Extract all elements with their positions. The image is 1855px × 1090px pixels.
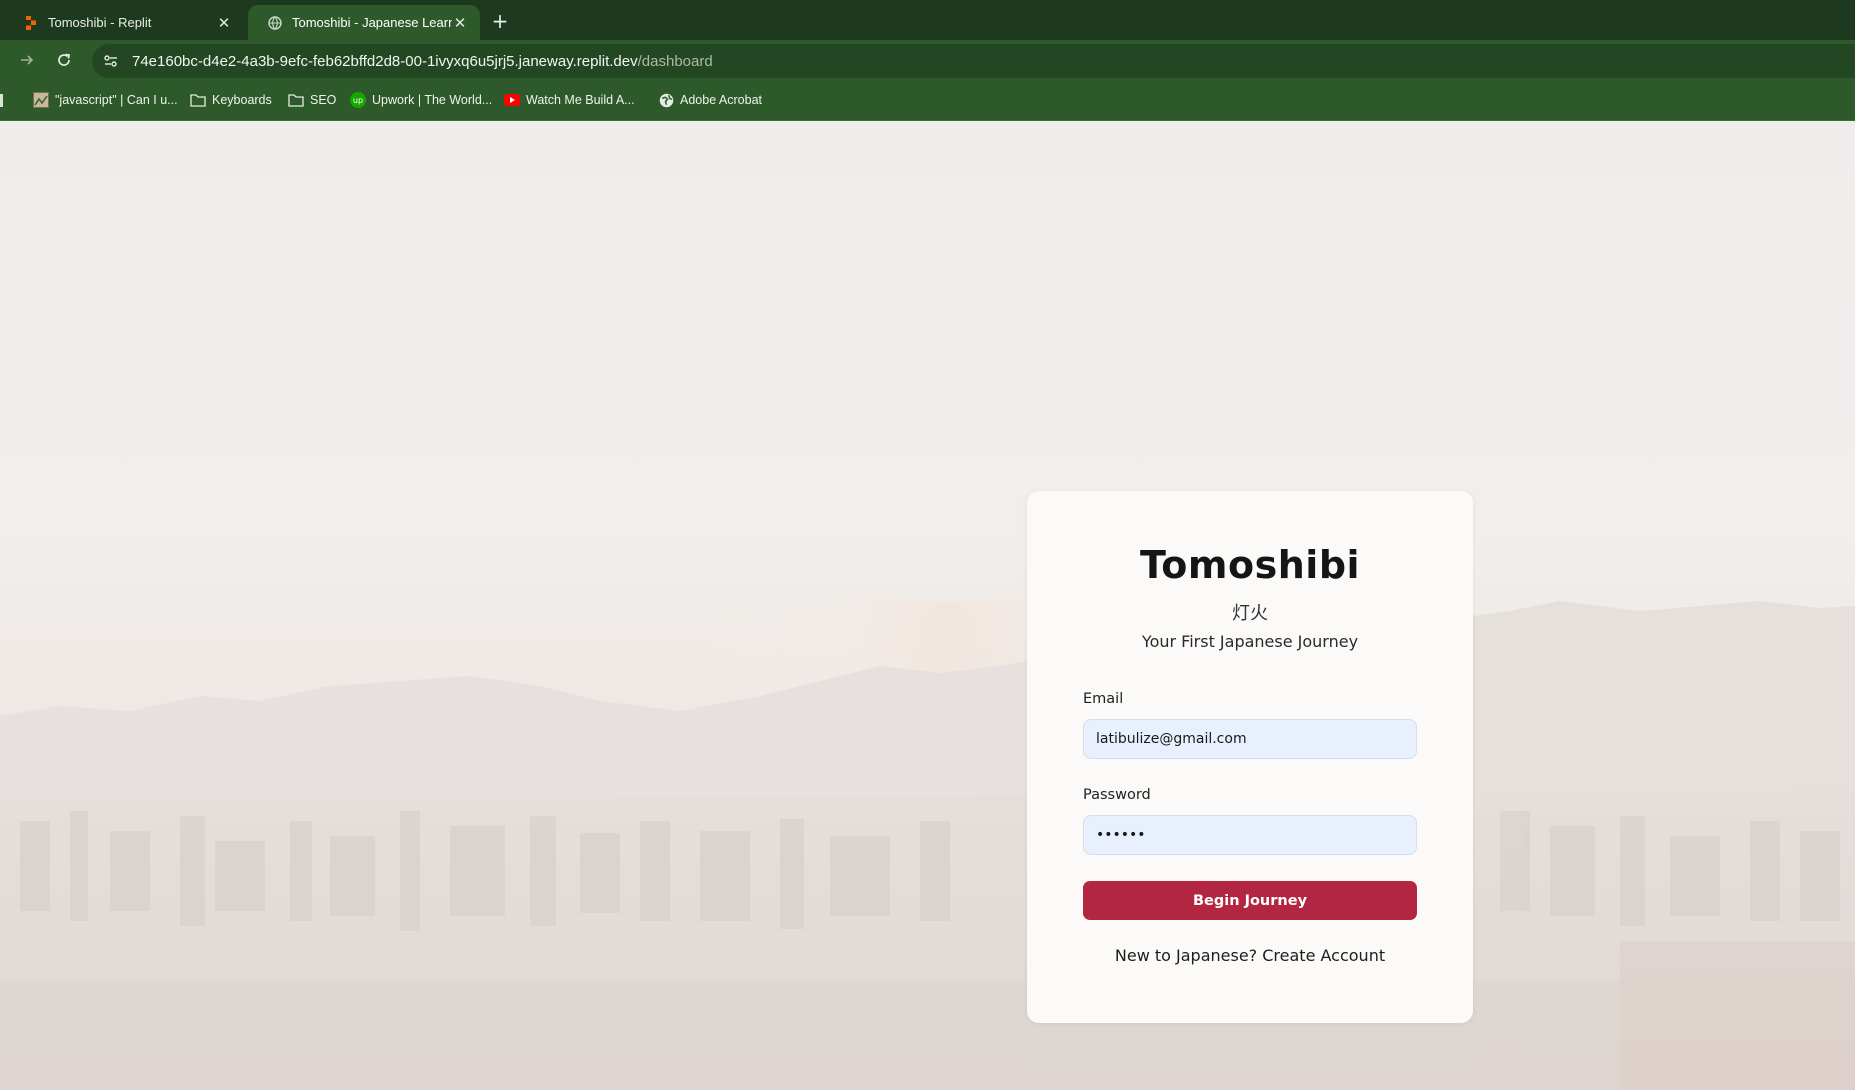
apps-icon[interactable] — [0, 94, 3, 107]
reload-icon[interactable] — [52, 48, 76, 72]
folder-icon — [288, 92, 304, 108]
bookmark-upwork[interactable]: up Upwork | The World... — [350, 90, 492, 110]
bookmarks-bar: "javascript" | Can I u... Keyboards SEO … — [0, 81, 1855, 121]
app-title: Tomoshibi — [1139, 543, 1361, 587]
forward-icon[interactable] — [15, 48, 39, 72]
password-label: Password — [1083, 787, 1151, 803]
url-path: /dashboard — [637, 52, 713, 70]
create-account-link[interactable]: New to Japanese? Create Account — [1027, 946, 1473, 965]
background-landscape-image — [0, 601, 1855, 1090]
bookmark-label: Adobe Acrobat — [680, 93, 763, 107]
bookmark-label: "javascript" | Can I u... — [55, 93, 178, 107]
new-tab-button[interactable]: + — [488, 9, 512, 33]
bookmark-caniuse[interactable]: "javascript" | Can I u... — [33, 90, 178, 110]
email-label: Email — [1083, 691, 1124, 707]
close-tab-icon[interactable]: ✕ — [216, 15, 232, 31]
globe-icon — [268, 15, 282, 30]
svg-text:up: up — [353, 96, 363, 105]
address-bar[interactable]: 74e160bc-d4e2-4a3b-9efc-feb62bffd2d8-00-… — [92, 44, 1855, 78]
youtube-icon — [504, 92, 520, 108]
bookmark-label: Watch Me Build A... — [526, 93, 635, 107]
login-card: Tomoshibi 灯火 Your First Japanese Journey… — [1027, 491, 1473, 1023]
tab-title: Tomoshibi - Replit — [48, 15, 152, 30]
globe-icon — [658, 92, 674, 108]
password-field[interactable] — [1083, 815, 1417, 855]
bookmark-keyboards[interactable]: Keyboards — [190, 90, 272, 110]
app-title-kanji: 灯火 — [1232, 603, 1268, 624]
caniuse-icon — [33, 92, 49, 108]
page-viewport: Tomoshibi 灯火 Your First Japanese Journey… — [0, 121, 1855, 1090]
browser-tab-strip: Tomoshibi - Replit ✕ Tomoshibi - Japanes… — [0, 0, 1855, 40]
url-host: 74e160bc-d4e2-4a3b-9efc-feb62bffd2d8-00-… — [132, 52, 638, 70]
browser-toolbar: 74e160bc-d4e2-4a3b-9efc-feb62bffd2d8-00-… — [0, 40, 1855, 81]
begin-journey-button[interactable]: Begin Journey — [1083, 881, 1417, 920]
folder-icon — [190, 92, 206, 108]
bookmark-label: SEO — [310, 93, 337, 107]
bookmark-seo[interactable]: SEO — [288, 90, 336, 110]
bookmark-label: Upwork | The World... — [372, 93, 493, 107]
replit-icon — [24, 15, 38, 30]
site-settings-icon[interactable] — [98, 48, 124, 74]
url-text: 74e160bc-d4e2-4a3b-9efc-feb62bffd2d8-00-… — [132, 53, 713, 70]
bookmark-youtube[interactable]: Watch Me Build A... — [504, 90, 635, 110]
close-tab-icon[interactable]: ✕ — [452, 15, 468, 31]
app-tagline: Your First Japanese Journey — [1141, 632, 1359, 651]
tab-title: Tomoshibi - Japanese Learning — [292, 15, 452, 30]
bookmark-label: Keyboards — [212, 93, 272, 107]
tab-replit[interactable]: Tomoshibi - Replit ✕ — [4, 5, 244, 40]
bookmark-adobe-acrobat[interactable]: Adobe Acrobat — [658, 90, 762, 110]
upwork-icon: up — [350, 92, 366, 108]
email-field[interactable] — [1083, 719, 1417, 759]
tab-tomoshibi[interactable]: Tomoshibi - Japanese Learning ✕ — [248, 5, 480, 40]
